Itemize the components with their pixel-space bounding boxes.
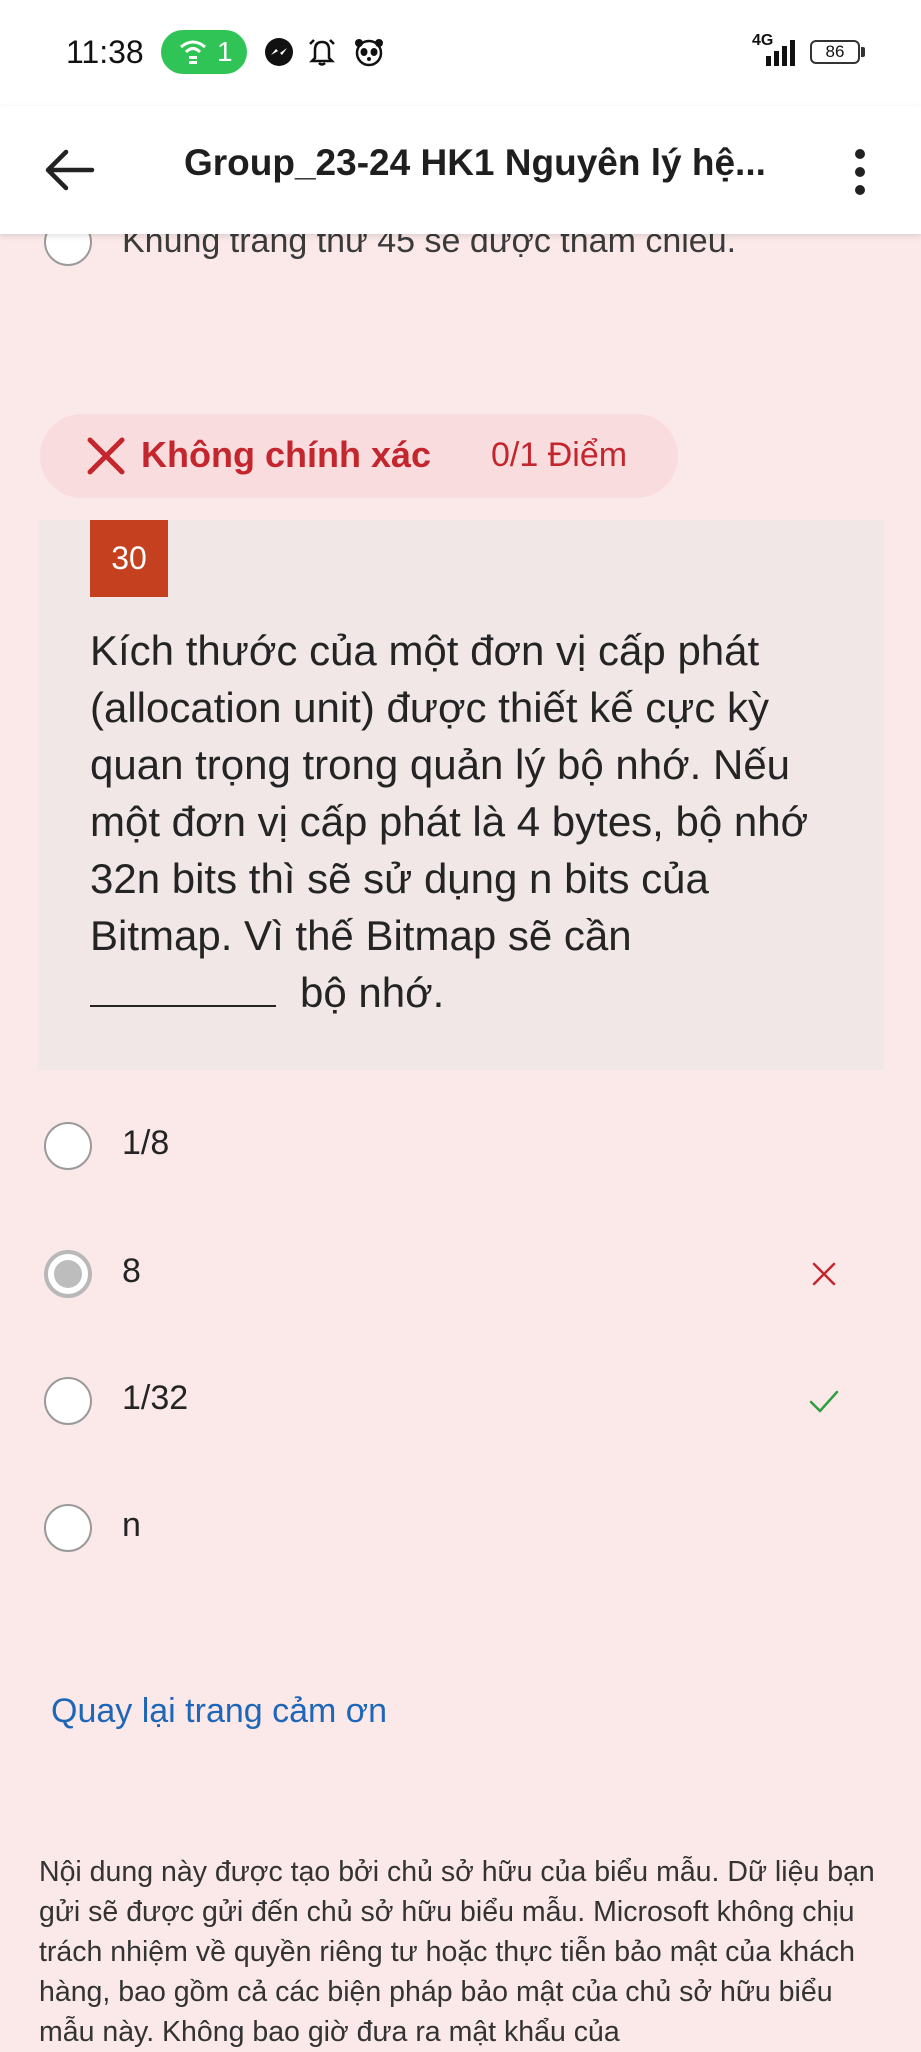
result-badge: Không chính xác 0/1 Điểm [40,414,678,498]
incorrect-x-icon [812,1262,836,1286]
status-bar: 11:38 1 4G 86 [0,0,921,106]
battery-icon: 86 [810,40,860,64]
signal-icon [766,40,795,66]
result-score: 0/1 Điểm [491,436,628,474]
option-3[interactable]: 1/32 [44,1361,884,1441]
messenger-icon [265,38,293,66]
alarm-bell-icon [308,39,336,66]
hotspot-pill: 1 [161,30,247,74]
back-to-thank-you-link[interactable]: Quay lại trang cảm ơn [51,1692,387,1731]
battery-tip [861,47,865,57]
result-status: Không chính xác [141,434,432,475]
radio-button-selected[interactable] [44,1250,92,1298]
question-number: 30 [90,520,168,597]
arrow-left-icon[interactable] [40,140,100,200]
correct-check-icon [809,1390,839,1413]
option-2[interactable]: 8 [44,1234,884,1314]
option-label: 1/8 [122,1124,170,1162]
close-icon [87,437,125,475]
hotspot-count: 1 [217,36,233,67]
option-1[interactable]: 1/8 [44,1106,884,1186]
panda-icon [355,39,383,67]
app-header: Group_23-24 HK1 Nguyên lý hệ... [0,106,921,234]
option-label: 1/32 [122,1379,189,1417]
disclaimer-text: Nội dung này được tạo bởi chủ sở hữu của… [39,1856,875,2048]
status-time: 11:38 [66,34,144,70]
question-stem: Kích thước của một đơn vị cấp phát (allo… [90,627,809,959]
answer-blank [90,975,276,1007]
radio-button[interactable] [44,1122,92,1170]
question-card: 30 Kích thước của một đơn vị cấp phát (a… [38,520,884,1070]
question-text: Kích thước của một đơn vị cấp phát (allo… [90,622,850,1021]
wifi-hotspot-icon [180,40,206,64]
question-text-after-blank: bộ nhớ. [300,969,445,1016]
page-title: Group_23-24 HK1 Nguyên lý hệ... [184,142,766,183]
option-label: n [122,1506,141,1544]
more-vertical-icon[interactable] [840,142,880,202]
radio-button[interactable] [44,1504,92,1552]
radio-button[interactable] [44,1377,92,1425]
option-4[interactable]: n [44,1488,884,1568]
option-label: 8 [122,1252,141,1290]
